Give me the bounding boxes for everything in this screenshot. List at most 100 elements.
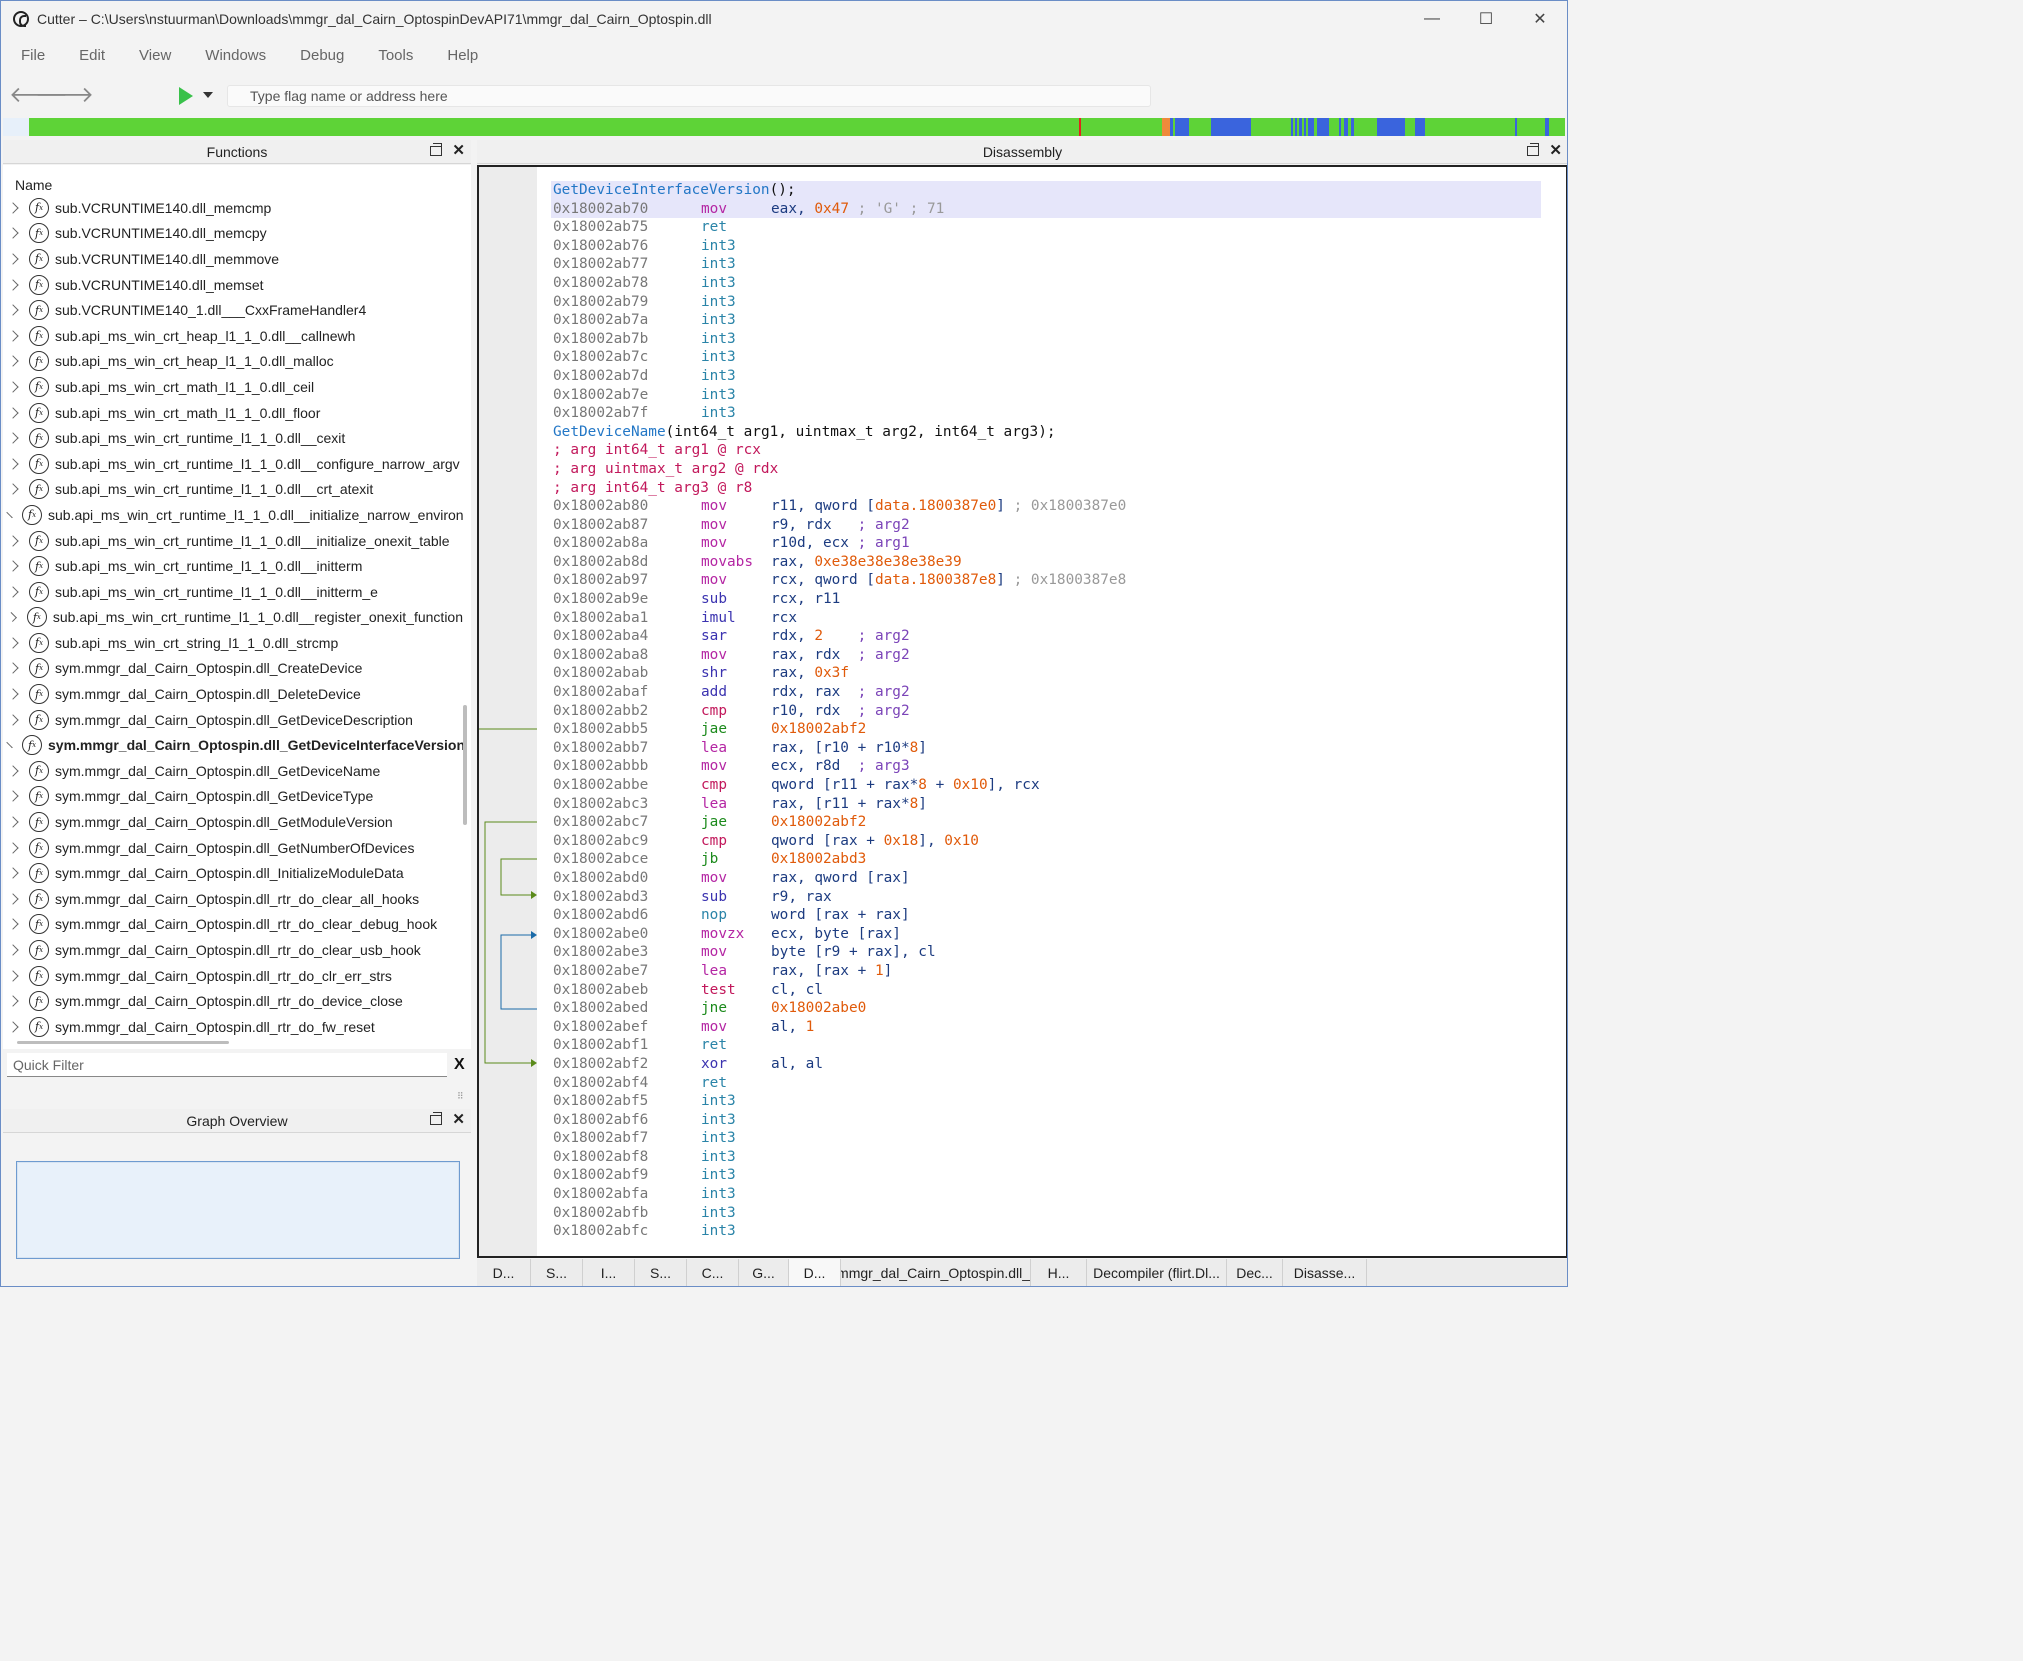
function-row[interactable]: f x sym.mmgr_dal_Cairn_Optospin.dll_Delete… [3,681,463,707]
maximize-button[interactable]: ☐ [1459,1,1513,37]
debug-dropdown-icon[interactable] [203,92,213,98]
function-row[interactable]: f x sub.VCRUNTIME140.dll_memcpy [3,221,463,247]
instruction-line[interactable]: 0x18002ab77 int3 [553,255,1553,274]
instruction-line[interactable]: 0x18002abd0 mov rax, qword [rax] [553,869,1553,888]
menu-debug[interactable]: Debug [283,47,361,64]
function-row[interactable]: f x sub.api_ms_win_crt_runtime_l1_1_0.dll_… [3,451,463,477]
instruction-line[interactable]: 0x18002abbe cmp qword [r11 + rax*8 + 0x10]… [553,776,1553,795]
expand-chevron-icon[interactable] [7,765,19,777]
visual-navbar[interactable] [29,118,1565,136]
instruction-line[interactable]: 0x18002abf1 ret [553,1036,1553,1055]
start-debug-icon[interactable] [179,87,193,105]
function-row[interactable]: f x sub.api_ms_win_crt_runtime_l1_1_0.dll_… [3,477,463,503]
menu-help[interactable]: Help [430,47,495,64]
instruction-line[interactable]: 0x18002abfb int3 [553,1204,1553,1223]
resize-grip-icon[interactable]: ⠿ [457,1091,464,1102]
instruction-line[interactable]: 0x18002ab7a int3 [553,311,1553,330]
instruction-line[interactable]: 0x18002ab7d int3 [553,367,1553,386]
instruction-line[interactable]: 0x18002ab8d movabs rax, 0xe38e38e38e38e39 [553,553,1553,572]
bottom-tab[interactable]: Graph(sym.mmgr_dal_Cairn_Optospin.dll_Ge… [841,1259,1031,1286]
name-column-header[interactable]: Name [15,177,52,193]
instruction-line[interactable]: 0x18002ab7c int3 [553,348,1553,367]
expand-chevron-icon[interactable] [7,867,19,879]
instruction-line[interactable]: 0x18002ab76 int3 [553,237,1553,256]
expand-chevron-icon[interactable] [7,406,19,419]
expand-chevron-icon[interactable] [7,483,19,495]
expand-chevron-icon[interactable] [7,330,19,342]
expand-chevron-icon[interactable] [7,227,19,240]
function-row[interactable]: f x sub.VCRUNTIME140.dll_memcmp [3,195,463,221]
instruction-line[interactable]: 0x18002abaf add rdx, rax ; arg2 [553,683,1553,702]
arg-line[interactable]: ; arg uintmax_t arg2 @ rdx [553,460,1553,479]
instruction-line[interactable]: 0x18002aba4 sar rdx, 2 ; arg2 [553,627,1553,646]
function-row[interactable]: f x sub.api_ms_win_crt_runtime_l1_1_0.dll_… [3,579,463,605]
function-row[interactable]: f x sub.api_ms_win_crt_math_l1_1_0.dll_cei… [3,374,463,400]
expand-chevron-icon[interactable] [7,969,19,982]
menu-windows[interactable]: Windows [188,47,283,64]
expand-chevron-icon[interactable] [6,742,13,749]
instruction-line[interactable]: 0x18002abf9 int3 [553,1166,1553,1185]
instruction-line[interactable]: 0x18002ab87 mov r9, rdx ; arg2 [553,516,1553,535]
function-header[interactable]: GetDeviceName(int64_t arg1, uintmax_t ar… [553,423,1553,442]
expand-chevron-icon[interactable] [7,1021,19,1033]
float-panel-icon[interactable] [1527,143,1540,156]
expand-chevron-icon[interactable] [7,816,19,828]
forward-arrow-icon[interactable]: 🡒 [35,84,94,106]
expand-chevron-icon[interactable] [7,432,19,444]
expand-chevron-icon[interactable] [7,586,19,598]
expand-chevron-icon[interactable] [7,560,19,572]
close-panel-icon[interactable]: ✕ [452,143,465,159]
instruction-line[interactable]: 0x18002abe0 movzx ecx, byte [rax] [553,925,1553,944]
disassembly-view[interactable]: GetDeviceInterfaceVersion(); 0x18002ab70 m… [477,165,1567,1258]
instruction-line[interactable]: 0x18002abab shr rax, 0x3f [553,664,1553,683]
expand-chevron-icon[interactable] [7,841,19,854]
function-row[interactable]: f x sym.mmgr_dal_Cairn_Optospin.dll_rtr_do… [3,886,463,912]
expand-chevron-icon[interactable] [7,253,19,265]
bottom-tab[interactable]: S... [635,1259,687,1286]
bottom-tab[interactable]: D... [477,1259,531,1286]
instruction-line[interactable]: 0x18002abfa int3 [553,1185,1553,1204]
float-panel-icon[interactable] [430,143,443,156]
instruction-line[interactable]: 0x18002abbb mov ecx, r8d ; arg3 [553,757,1553,776]
expand-chevron-icon[interactable] [7,381,19,393]
instruction-line[interactable]: 0x18002abf4 ret [553,1074,1553,1093]
function-row[interactable]: f x sub.VCRUNTIME140.dll_memmove [3,246,463,272]
function-row[interactable]: f x sub.api_ms_win_crt_runtime_l1_1_0.dll_… [3,528,463,554]
graph-overview-canvas[interactable] [16,1161,460,1259]
function-row[interactable]: f x sym.mmgr_dal_Cairn_Optospin.dll_GetNum… [3,835,463,861]
instruction-line[interactable]: 0x18002abef mov al, 1 [553,1018,1553,1037]
quick-filter-input[interactable] [7,1053,447,1077]
function-row[interactable]: f x sym.mmgr_dal_Cairn_Optospin.dll_rtr_do… [3,937,463,963]
address-input[interactable] [227,85,1151,107]
function-row[interactable]: f x sub.api_ms_win_crt_heap_l1_1_0.dll_mal… [3,349,463,375]
instruction-line[interactable]: 0x18002abf8 int3 [553,1148,1553,1167]
bottom-tab[interactable]: I... [583,1259,635,1286]
function-row[interactable]: f x sym.mmgr_dal_Cairn_Optospin.dll_Initia… [3,860,463,886]
function-row[interactable]: f x sub.api_ms_win_crt_runtime_l1_1_0.dll_… [3,502,463,528]
expand-chevron-icon[interactable] [7,893,19,905]
instruction-line[interactable]: 0x18002abc3 lea rax, [r11 + rax*8] [553,795,1553,814]
menu-tools[interactable]: Tools [361,47,430,64]
expand-chevron-icon[interactable] [7,918,19,931]
instruction-line[interactable]: 0x18002abe3 mov byte [r9 + rax], cl [553,943,1553,962]
function-row[interactable]: f x sym.mmgr_dal_Cairn_Optospin.dll_GetMod… [3,809,463,835]
bottom-tab[interactable]: Dec... [1227,1259,1283,1286]
function-row[interactable]: f x sym.mmgr_dal_Cairn_Optospin.dll_Create… [3,656,463,682]
instruction-line[interactable]: 0x18002abb7 lea rax, [r10 + r10*8] [553,739,1553,758]
function-row[interactable]: f x sym.mmgr_dal_Cairn_Optospin.dll_GetDev… [3,707,463,733]
function-row[interactable]: f x sub.api_ms_win_crt_string_l1_1_0.dll_s… [3,630,463,656]
bottom-tab[interactable]: Decompiler (flirt.Dl... [1087,1259,1227,1286]
expand-chevron-icon[interactable] [7,714,19,726]
expand-chevron-icon[interactable] [7,612,17,623]
instruction-line[interactable]: 0x18002ab75 ret [553,218,1553,237]
expand-chevron-icon[interactable] [6,511,13,519]
instruction-line[interactable]: 0x18002ab9e sub rcx, r11 [553,590,1553,609]
expand-chevron-icon[interactable] [7,202,19,214]
function-row[interactable]: f x sym.mmgr_dal_Cairn_Optospin.dll_GetDev… [3,784,463,810]
functions-scrollbar-v[interactable] [463,705,467,825]
instruction-line[interactable]: 0x18002abc9 cmp qword [rax + 0x18], 0x10 [553,832,1553,851]
expand-chevron-icon[interactable] [7,688,19,700]
instruction-line[interactable]: 0x18002abe7 lea rax, [rax + 1] [553,962,1553,981]
function-row[interactable]: f x sub.api_ms_win_crt_heap_l1_1_0.dll__ca… [3,323,463,349]
instruction-line[interactable]: 0x18002ab7b int3 [553,330,1553,349]
